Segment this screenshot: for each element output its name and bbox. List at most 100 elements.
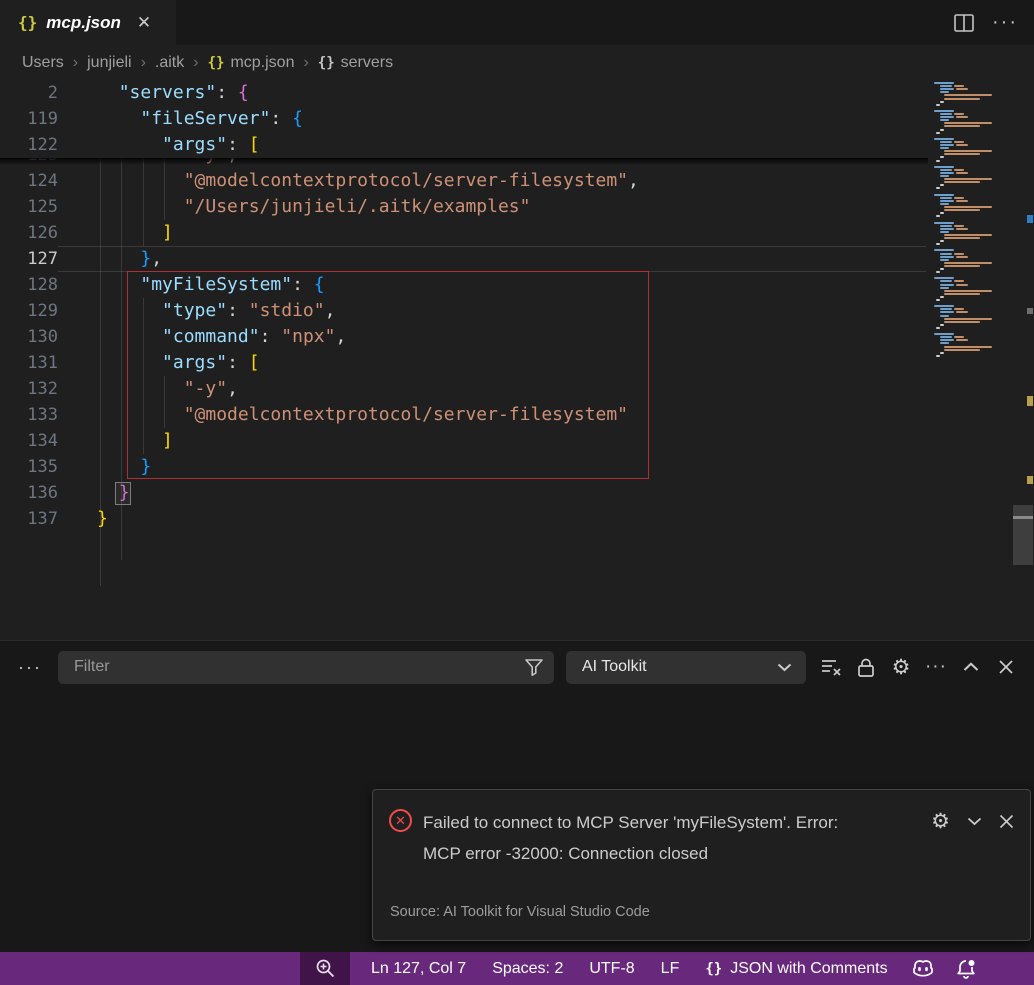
minimap-line <box>940 231 949 233</box>
line-number: 129 <box>0 298 58 324</box>
copilot-status[interactable] <box>901 952 945 985</box>
minimap[interactable] <box>930 80 1012 640</box>
minimap-line <box>944 262 992 264</box>
minimap-line <box>936 327 940 329</box>
settings-gear-icon[interactable]: ⚙ <box>890 656 912 678</box>
code-line[interactable]: 127 }, <box>0 246 930 272</box>
minimap-line <box>944 349 980 351</box>
code-line[interactable]: 133 "@modelcontextprotocol/server-filesy… <box>0 402 930 428</box>
minimap-line <box>934 138 954 140</box>
minimap-line <box>944 150 992 152</box>
breadcrumb-servers[interactable]: {} servers <box>318 54 393 72</box>
code-line[interactable]: 134 ] <box>0 428 930 454</box>
minimap-line <box>940 342 949 344</box>
close-panel-icon[interactable] <box>995 656 1017 678</box>
panel-more-icon[interactable]: ··· <box>18 657 42 678</box>
notification-message: Failed to connect to MCP Server 'myFileS… <box>423 807 898 869</box>
minimap-line <box>944 321 980 323</box>
notification-close-icon[interactable] <box>999 814 1014 829</box>
cursor-position[interactable]: Ln 127, Col 7 <box>358 952 479 985</box>
breadcrumb: Users › junjieli › .aitk › {} mcp.json ›… <box>0 45 1034 80</box>
minimap-line <box>954 197 964 199</box>
filter-input[interactable] <box>58 651 554 684</box>
language-mode[interactable]: {} JSON with Comments <box>692 952 900 985</box>
scrollbar-thumb[interactable] <box>1013 505 1033 565</box>
code-text: "@modelcontextprotocol/server-filesystem… <box>97 402 628 428</box>
minimap-line <box>940 203 949 205</box>
overview-ruler-mark <box>1027 396 1033 406</box>
line-number: 124 <box>0 168 58 194</box>
maximize-panel-icon[interactable] <box>960 656 982 678</box>
panel-view-selector[interactable]: AI Toolkit <box>566 651 806 684</box>
clear-output-icon[interactable] <box>820 656 842 678</box>
minimap-line <box>940 119 949 121</box>
code-line[interactable]: 137} <box>0 506 930 532</box>
sticky-code-line[interactable]: 122 "args": [ <box>0 132 930 158</box>
minimap-line <box>944 153 980 155</box>
notification-settings-gear-icon[interactable]: ⚙ <box>931 809 950 834</box>
minimap-line <box>940 287 949 289</box>
vscode-window: {} mcp.json ✕ ··· Users › junjieli › .ai… <box>0 0 1034 985</box>
minimap-line <box>956 256 968 258</box>
code-text: "@modelcontextprotocol/server-filesystem… <box>97 168 639 194</box>
minimap-line <box>956 172 968 174</box>
minimap-line <box>944 293 980 295</box>
minimap-line <box>954 253 964 255</box>
notifications-bell[interactable] <box>945 952 987 985</box>
tab-close-icon[interactable]: ✕ <box>137 13 151 33</box>
minimap-line <box>940 156 944 158</box>
line-number: 130 <box>0 324 58 350</box>
minimap-line <box>936 160 940 162</box>
breadcrumb-aitk[interactable]: .aitk <box>155 54 184 72</box>
minimap-line <box>940 352 944 354</box>
minimap-line <box>936 271 940 273</box>
breadcrumb-junjieli[interactable]: junjieli <box>87 54 131 72</box>
copilot-icon <box>911 958 935 980</box>
json-file-icon: {} <box>18 13 37 32</box>
minimap-line <box>936 104 940 106</box>
line-number: 135 <box>0 454 58 480</box>
code-line[interactable]: 124 "@modelcontextprotocol/server-filesy… <box>0 168 930 194</box>
sticky-code-line[interactable]: 119 "fileServer": { <box>0 106 930 132</box>
bell-dot-icon <box>955 958 977 980</box>
encoding-setting[interactable]: UTF-8 <box>576 952 647 985</box>
breadcrumb-mcp-json[interactable]: {} mcp.json <box>208 54 295 72</box>
line-number: 132 <box>0 376 58 402</box>
filter-funnel-icon[interactable] <box>524 658 544 677</box>
tab-mcp-json[interactable]: {} mcp.json ✕ <box>0 0 176 45</box>
code-line[interactable]: 125 "/Users/junjieli/.aitk/examples" <box>0 194 930 220</box>
minimap-line <box>944 237 980 239</box>
code-line[interactable]: 132 "-y", <box>0 376 930 402</box>
notification-collapse-icon[interactable] <box>967 817 982 826</box>
minimap-line <box>944 346 992 348</box>
code-line[interactable]: 129 "type": "stdio", <box>0 298 930 324</box>
breadcrumb-users[interactable]: Users <box>22 54 64 72</box>
split-editor-icon[interactable] <box>954 14 974 32</box>
minimap-line <box>940 296 944 298</box>
code-line[interactable]: 130 "command": "npx", <box>0 324 930 350</box>
editor-more-actions-icon[interactable]: ··· <box>992 11 1018 34</box>
code-editor[interactable]: 123 "-y",124 "@modelcontextprotocol/serv… <box>0 80 1034 640</box>
minimap-line <box>940 253 952 255</box>
lock-icon[interactable] <box>855 656 877 678</box>
braces-icon: {} <box>705 961 722 977</box>
panel-more-actions-icon[interactable]: ··· <box>925 656 947 678</box>
code-line[interactable]: 128 "myFileSystem": { <box>0 272 930 298</box>
bracket-match-highlight <box>115 482 131 505</box>
indentation-setting[interactable]: Spaces: 2 <box>479 952 576 985</box>
code-text: ] <box>97 220 173 246</box>
code-line[interactable]: 126 ] <box>0 220 930 246</box>
sticky-code-line[interactable]: 2 "servers": { <box>0 80 930 106</box>
sticky-scroll[interactable]: 2 "servers": {119 "fileServer": {122 "ar… <box>0 80 928 158</box>
eol-setting[interactable]: LF <box>648 952 693 985</box>
json-file-icon: {} <box>208 55 225 71</box>
line-number: 126 <box>0 220 58 246</box>
zoom-indicator[interactable] <box>300 952 350 985</box>
minimap-line <box>954 280 964 282</box>
code-line[interactable]: 136 } <box>0 480 930 506</box>
minimap-line <box>936 215 940 217</box>
code-line[interactable]: 135 } <box>0 454 930 480</box>
code-line[interactable]: 131 "args": [ <box>0 350 930 376</box>
minimap-line <box>940 240 944 242</box>
error-icon: ✕ <box>389 809 412 832</box>
